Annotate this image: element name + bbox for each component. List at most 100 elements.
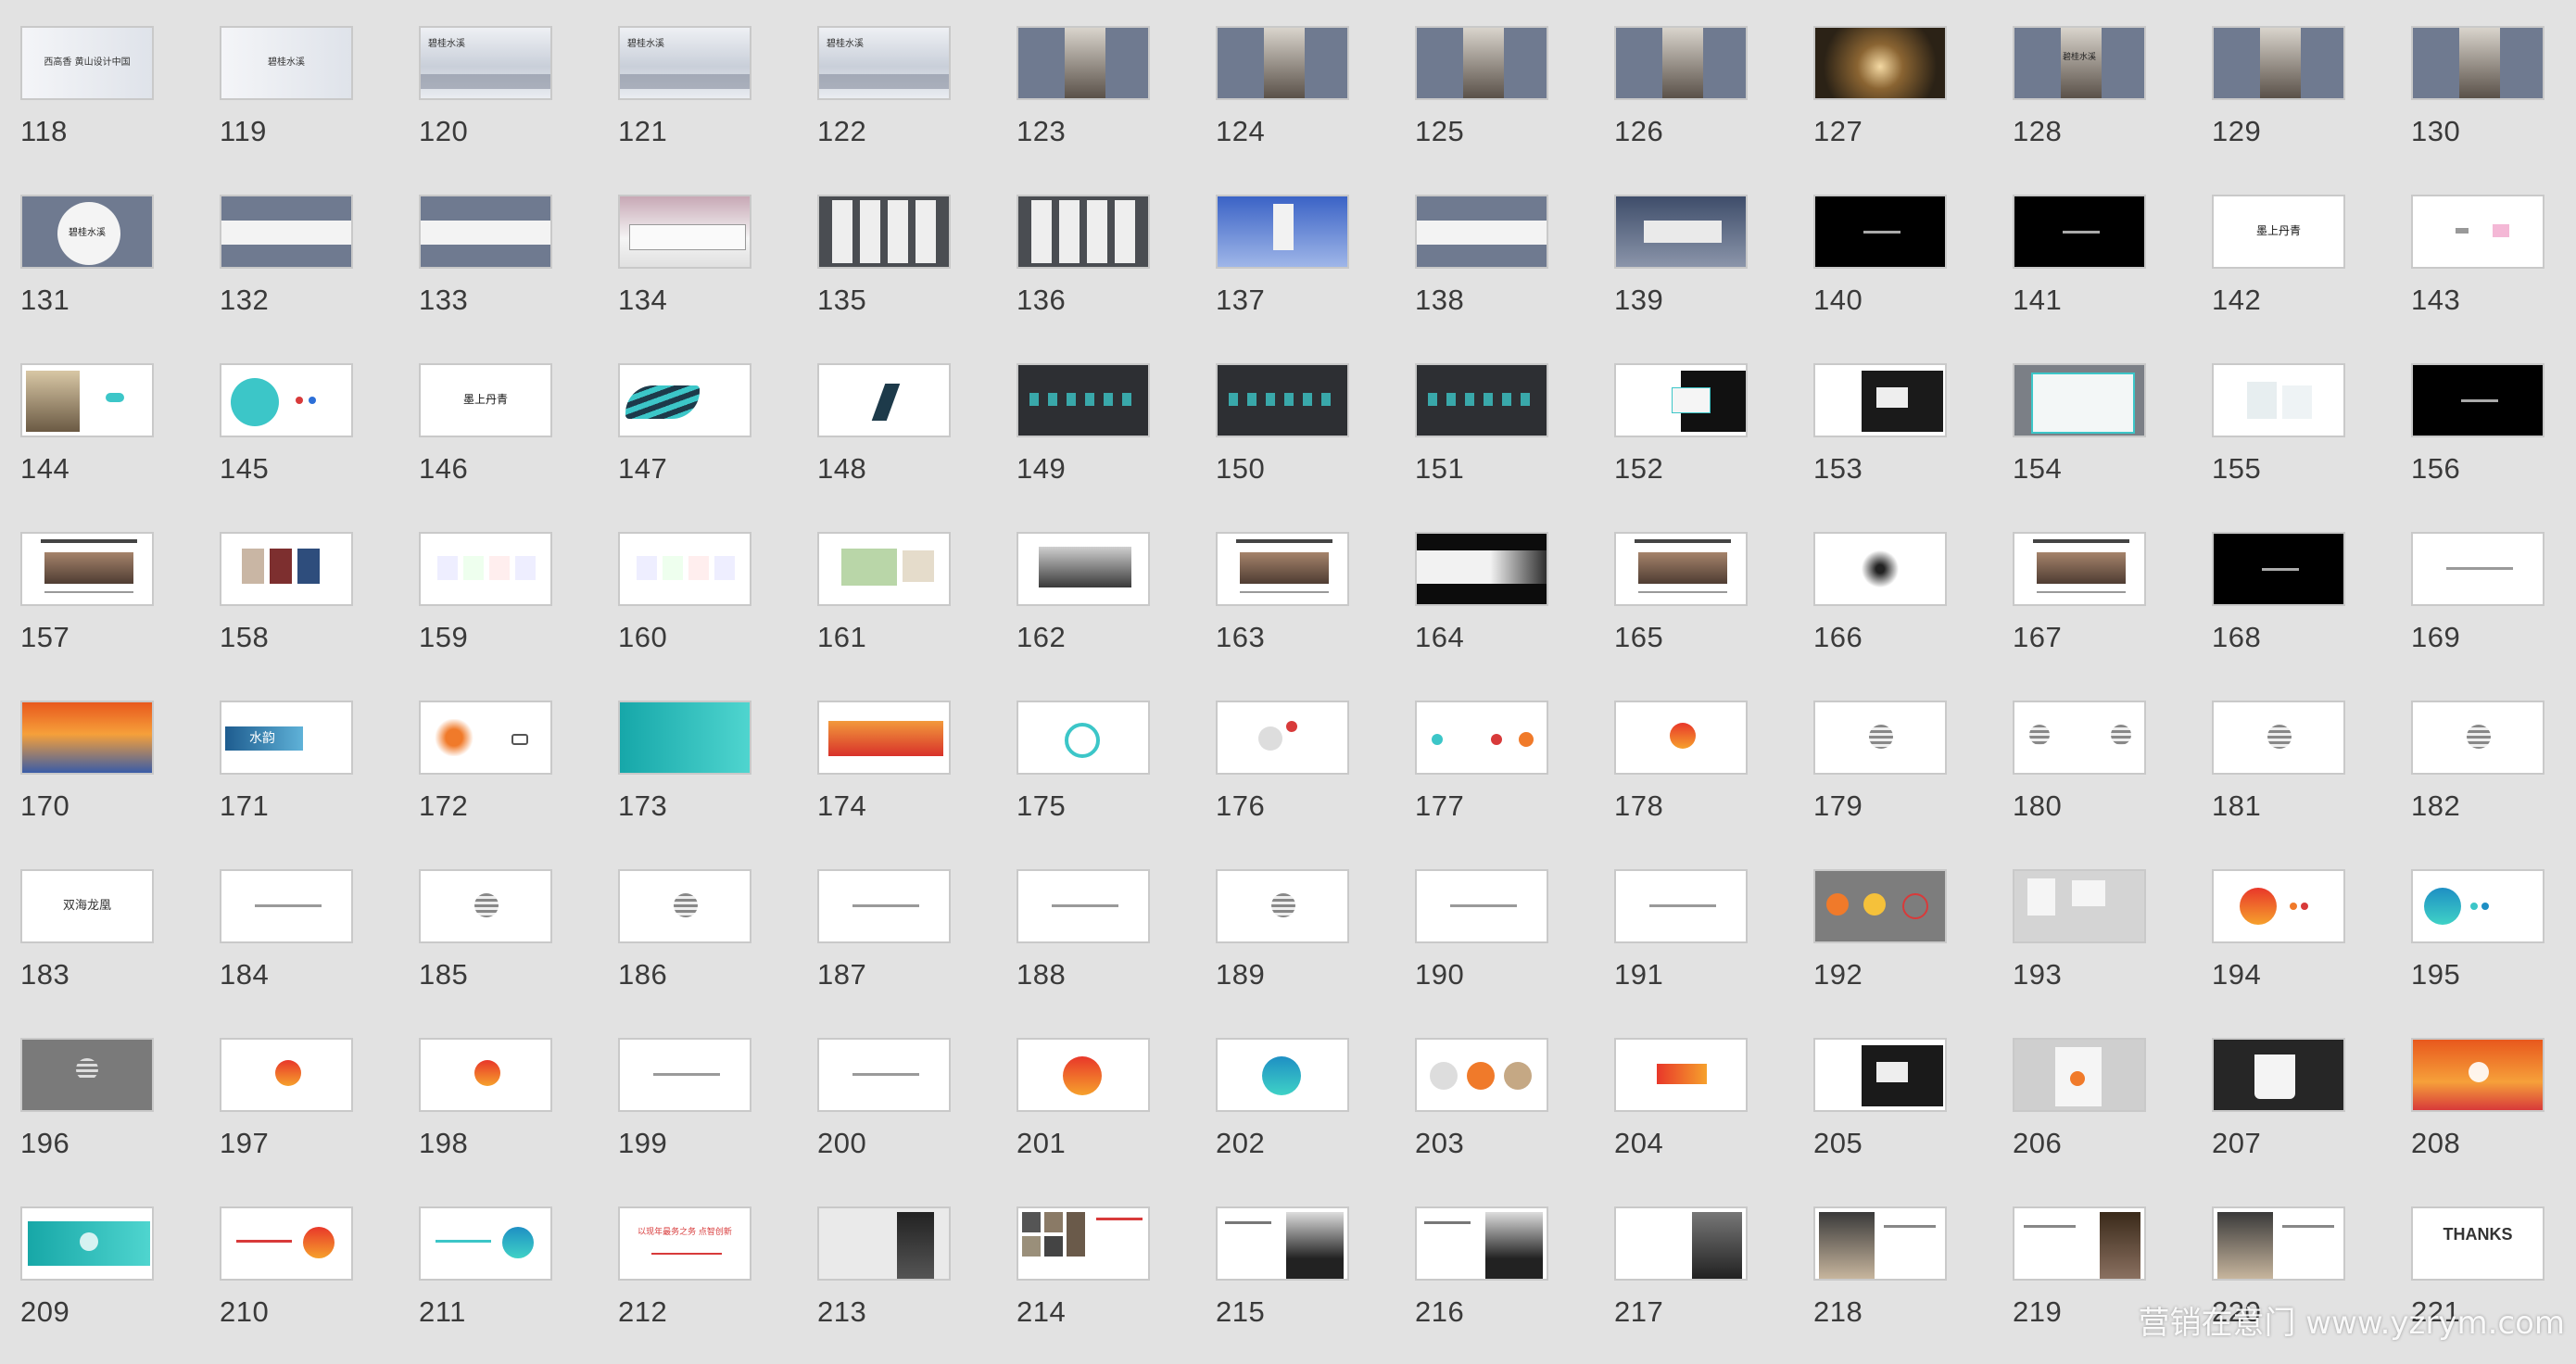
slide-thumbnail[interactable]: 碧桂水溪: [817, 26, 951, 100]
slide-thumbnail[interactable]: [20, 532, 154, 606]
slide-187[interactable]: 187: [817, 869, 1003, 1027]
slide-218[interactable]: 218: [1813, 1206, 1999, 1364]
slide-thumbnail[interactable]: [20, 701, 154, 775]
slide-thumbnail[interactable]: [419, 1206, 552, 1281]
slide-thumbnail[interactable]: [1216, 1038, 1349, 1112]
slide-thumbnail[interactable]: 碧桂水溪: [20, 195, 154, 269]
slide-thumbnail[interactable]: 碧桂水溪: [618, 26, 751, 100]
slide-thumbnail[interactable]: [1216, 532, 1349, 606]
slide-thumbnail[interactable]: 碧桂水溪: [2013, 26, 2146, 100]
slide-143[interactable]: 143: [2411, 195, 2576, 352]
slide-thumbnail[interactable]: [419, 869, 552, 943]
slide-thumbnail[interactable]: [2013, 195, 2146, 269]
slide-157[interactable]: 157: [20, 532, 206, 689]
slide-120[interactable]: 碧桂水溪 120: [419, 26, 604, 183]
slide-167[interactable]: 167: [2013, 532, 2198, 689]
slide-214[interactable]: 214: [1017, 1206, 1202, 1364]
slide-133[interactable]: 133: [419, 195, 604, 352]
slide-122[interactable]: 碧桂水溪 122: [817, 26, 1003, 183]
slide-thumbnail[interactable]: [220, 532, 353, 606]
slide-162[interactable]: 162: [1017, 532, 1202, 689]
slide-thumbnail[interactable]: [2013, 869, 2146, 943]
slide-185[interactable]: 185: [419, 869, 604, 1027]
slide-166[interactable]: 166: [1813, 532, 1999, 689]
slide-thumbnail[interactable]: [1614, 195, 1748, 269]
slide-181[interactable]: 181: [2212, 701, 2397, 858]
slide-thumbnail[interactable]: [817, 1206, 951, 1281]
slide-121[interactable]: 碧桂水溪 121: [618, 26, 803, 183]
slide-196[interactable]: 196: [20, 1038, 206, 1195]
slide-165[interactable]: 165: [1614, 532, 1799, 689]
slide-thumbnail[interactable]: [1017, 869, 1150, 943]
slide-thumbnail[interactable]: [1614, 363, 1748, 437]
slide-186[interactable]: 186: [618, 869, 803, 1027]
slide-thumbnail[interactable]: [618, 1038, 751, 1112]
slide-thumbnail[interactable]: [1614, 701, 1748, 775]
slide-184[interactable]: 184: [220, 869, 405, 1027]
slide-124[interactable]: 124: [1216, 26, 1401, 183]
slide-146[interactable]: 墨上丹青 146: [419, 363, 604, 521]
slide-thumbnail[interactable]: [1017, 363, 1150, 437]
slide-199[interactable]: 199: [618, 1038, 803, 1195]
slide-134[interactable]: 134: [618, 195, 803, 352]
slide-thumbnail[interactable]: THANKS: [2411, 1206, 2544, 1281]
slide-thumbnail[interactable]: [618, 532, 751, 606]
slide-178[interactable]: 178: [1614, 701, 1799, 858]
slide-136[interactable]: 136: [1017, 195, 1202, 352]
slide-thumbnail[interactable]: [618, 195, 751, 269]
slide-thumbnail[interactable]: [1614, 532, 1748, 606]
slide-thumbnail[interactable]: [1415, 1206, 1548, 1281]
slide-200[interactable]: 200: [817, 1038, 1003, 1195]
slide-thumbnail[interactable]: [2212, 1038, 2345, 1112]
slide-thumbnail[interactable]: [1614, 869, 1748, 943]
slide-182[interactable]: 182: [2411, 701, 2576, 858]
slide-thumbnail[interactable]: [2411, 1038, 2544, 1112]
slide-thumbnail[interactable]: [817, 1038, 951, 1112]
slide-thumbnail[interactable]: [220, 1038, 353, 1112]
slide-192[interactable]: 192: [1813, 869, 1999, 1027]
slide-154[interactable]: 154: [2013, 363, 2198, 521]
slide-thumbnail[interactable]: [2411, 701, 2544, 775]
slide-158[interactable]: 158: [220, 532, 405, 689]
slide-thumbnail[interactable]: [1415, 532, 1548, 606]
slide-176[interactable]: 176: [1216, 701, 1401, 858]
slide-132[interactable]: 132: [220, 195, 405, 352]
slide-thumbnail[interactable]: [1813, 1038, 1947, 1112]
slide-148[interactable]: 148: [817, 363, 1003, 521]
slide-213[interactable]: 213: [817, 1206, 1003, 1364]
slide-thumbnail[interactable]: [220, 195, 353, 269]
slide-160[interactable]: 160: [618, 532, 803, 689]
slide-190[interactable]: 190: [1415, 869, 1600, 1027]
slide-thumbnail[interactable]: [1614, 1038, 1748, 1112]
slide-210[interactable]: 210: [220, 1206, 405, 1364]
slide-thumbnail[interactable]: [2212, 363, 2345, 437]
slide-215[interactable]: 215: [1216, 1206, 1401, 1364]
slide-193[interactable]: 193: [2013, 869, 2198, 1027]
slide-152[interactable]: 152: [1614, 363, 1799, 521]
slide-thumbnail[interactable]: [220, 1206, 353, 1281]
slide-141[interactable]: 141: [2013, 195, 2198, 352]
slide-175[interactable]: 175: [1017, 701, 1202, 858]
slide-thumbnail[interactable]: [20, 363, 154, 437]
slide-thumbnail[interactable]: [817, 869, 951, 943]
slide-thumbnail[interactable]: [1813, 701, 1947, 775]
slide-144[interactable]: 144: [20, 363, 206, 521]
slide-180[interactable]: 180: [2013, 701, 2198, 858]
slide-thumbnail[interactable]: [2013, 701, 2146, 775]
slide-thumbnail[interactable]: [2212, 26, 2345, 100]
slide-thumbnail[interactable]: [1216, 363, 1349, 437]
slide-thumbnail[interactable]: [1813, 532, 1947, 606]
slide-198[interactable]: 198: [419, 1038, 604, 1195]
slide-156[interactable]: 156: [2411, 363, 2576, 521]
slide-thumbnail[interactable]: [2411, 363, 2544, 437]
slide-thumbnail[interactable]: [2212, 701, 2345, 775]
slide-thumbnail[interactable]: [2013, 532, 2146, 606]
slide-thumbnail[interactable]: [817, 363, 951, 437]
slide-thumbnail[interactable]: [2212, 532, 2345, 606]
slide-153[interactable]: 153: [1813, 363, 1999, 521]
slide-123[interactable]: 123: [1017, 26, 1202, 183]
slide-211[interactable]: 211: [419, 1206, 604, 1364]
slide-thumbnail[interactable]: [2013, 363, 2146, 437]
slide-208[interactable]: 208: [2411, 1038, 2576, 1195]
slide-169[interactable]: 169: [2411, 532, 2576, 689]
